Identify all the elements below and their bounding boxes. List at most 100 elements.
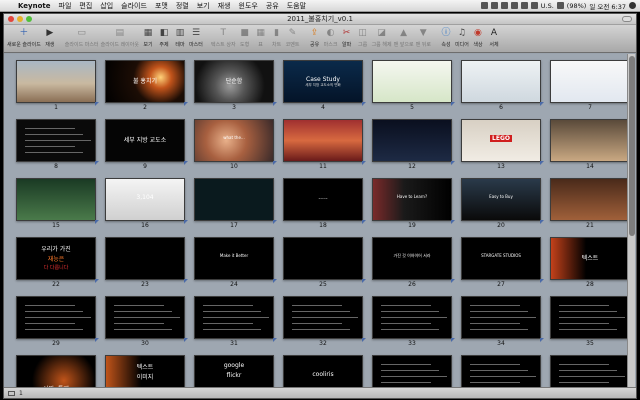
share-button[interactable]: ⇪ 공유 [307, 27, 323, 48]
menu-window[interactable]: 윈도우 [235, 1, 262, 11]
slide-thumbnail-cell[interactable]: 14 [550, 119, 633, 170]
slide-thumbnail[interactable] [105, 237, 185, 280]
dropbox-icon[interactable] [480, 2, 488, 9]
slide-thumbnail-cell[interactable]: 21 [550, 178, 633, 229]
slide-thumbnail[interactable]: Have to Learn? [372, 178, 452, 221]
menu-insert[interactable]: 삽입 [96, 1, 117, 11]
slide-thumbnail[interactable] [105, 296, 185, 339]
menu-slide[interactable]: 슬라이드 [117, 1, 151, 11]
theme-grid-button[interactable]: ▥ 테마 [172, 27, 188, 48]
slide-thumbnail[interactable] [372, 60, 452, 103]
slide-thumbnail[interactable] [16, 119, 96, 162]
slide-thumbnail[interactable] [372, 355, 452, 387]
colors-button[interactable]: ◉ 색상 [470, 27, 486, 48]
scroll-thumb[interactable] [629, 56, 635, 236]
front-button[interactable]: ▲ 맨 앞으로 [393, 27, 415, 48]
menu-format[interactable]: 포맷 [151, 1, 172, 11]
slide-thumbnail-cell[interactable]: 우리가 가진 재능은 다 다릅니다 22 [16, 237, 99, 288]
shape-button[interactable]: ■ 도형 [237, 27, 253, 48]
slide-thumbnail[interactable] [372, 296, 452, 339]
slide-thumbnail-cell[interactable]: 41 [461, 355, 541, 387]
bluetooth-icon[interactable] [500, 2, 508, 9]
ungroup-button[interactable]: ◪ 그룹 해제 [371, 27, 393, 48]
slide-thumbnail-cell[interactable]: 텍스트 28 [550, 237, 633, 288]
slide-thumbnail[interactable] [461, 355, 541, 387]
slide-thumbnail[interactable] [461, 296, 541, 339]
theme-button[interactable]: ◧ 주제 [156, 27, 172, 48]
view-button[interactable]: ▦ 보기 [140, 27, 156, 48]
sync-icon[interactable] [490, 2, 498, 9]
slide-thumbnail[interactable]: LEGO [461, 119, 541, 162]
slide-thumbnail-cell[interactable]: ..... 18 [283, 178, 366, 229]
menu-share[interactable]: 공유 [262, 1, 283, 11]
slide-thumbnail[interactable]: 가진 것 이하이어 서라 [372, 237, 452, 280]
slide-thumbnail-cell[interactable]: 25 [283, 237, 366, 288]
menu-app-name[interactable]: Keynote [14, 2, 55, 10]
zoom-label[interactable]: 1 [19, 390, 23, 397]
slide-thumbnail-cell[interactable]: 5 [372, 60, 455, 111]
slide-thumbnail-cell[interactable]: 불 홍치기 2 [105, 60, 188, 111]
slide-thumbnail-cell[interactable]: 7 [550, 60, 633, 111]
slide-thumbnail-cell[interactable]: 11 [283, 119, 366, 170]
slide-thumbnail[interactable]: Make it Better [194, 237, 274, 280]
textbox-button[interactable]: T 텍스트 상자 [210, 27, 237, 48]
slide-thumbnail[interactable] [16, 296, 96, 339]
menu-help[interactable]: 도움말 [283, 1, 310, 11]
slide-thumbnail-cell[interactable]: 세부 지방 교도소 9 [105, 119, 188, 170]
slide-thumbnail[interactable]: ..... [283, 178, 363, 221]
comment-button[interactable]: ✎ 코멘트 [285, 27, 301, 48]
slide-thumbnail[interactable] [550, 60, 630, 103]
slide-thumbnail[interactable]: 우리가 가진 재능은 다 다릅니다 [16, 237, 96, 280]
menu-edit[interactable]: 편집 [75, 1, 96, 11]
slide-thumbnail[interactable] [16, 60, 96, 103]
slide-thumbnail-cell[interactable]: 6 [461, 60, 544, 111]
slide-thumbnail[interactable]: cooliris [283, 355, 363, 387]
input-source[interactable]: U.S. [541, 2, 554, 10]
slide-thumbnail-cell[interactable]: 33 [372, 296, 455, 347]
slide-thumbnail-cell[interactable]: 가진 것 이하이어 서라 26 [372, 237, 455, 288]
vertical-scrollbar[interactable] [627, 54, 635, 387]
slide-thumbnail-cell[interactable]: Have to Learn? 19 [372, 178, 455, 229]
slide-thumbnail[interactable]: 텍스트 [550, 237, 630, 280]
slide-thumbnail-cell[interactable]: STARGATE STUDIOS 27 [461, 237, 544, 288]
slide-thumbnail-cell[interactable]: 텍스트이미지37 [105, 355, 185, 387]
chart-button[interactable]: ▮ 차트 [269, 27, 285, 48]
slide-thumbnail-cell[interactable]: 35 [550, 296, 633, 347]
slide-thumbnail[interactable] [550, 355, 630, 387]
slide-thumbnail[interactable]: what the... [194, 119, 274, 162]
slide-thumbnail-cell[interactable]: 32 [283, 296, 366, 347]
slide-thumbnail[interactable]: 3,104 [105, 178, 185, 221]
slide-thumbnail[interactable] [372, 119, 452, 162]
slide-thumbnail[interactable]: 텍스트 이미지 [105, 355, 185, 387]
timemachine-icon[interactable] [510, 2, 518, 9]
mask-button[interactable]: ◐ 마스크 [323, 27, 339, 48]
slide-thumbnail-cell[interactable]: 17 [194, 178, 277, 229]
back-button[interactable]: ▼ 맨 뒤로 [415, 27, 432, 48]
battery-icon[interactable] [556, 2, 564, 9]
slide-thumbnail-cell[interactable]: 23 [105, 237, 188, 288]
slide-thumbnail-cell[interactable]: Make it Better 24 [194, 237, 277, 288]
menu-view[interactable]: 보기 [193, 1, 214, 11]
slide-thumbnail[interactable]: Case Study 세부 지방 교도소의 변화 [283, 60, 363, 103]
slide-thumbnail[interactable]: google flickr [194, 355, 274, 387]
slide-thumbnail-cell[interactable]: 단순함 3 [194, 60, 277, 111]
clock[interactable]: 일 오전 6:37 [589, 1, 626, 11]
master-button[interactable]: ▭ 슬라이드 마스터 [64, 27, 100, 48]
slide-thumbnail-cell[interactable]: what the... 10 [194, 119, 277, 170]
slide-thumbnail[interactable] [194, 296, 274, 339]
slide-thumbnail[interactable] [283, 296, 363, 339]
menu-file[interactable]: 파일 [55, 1, 76, 11]
zoom-icon[interactable] [8, 390, 15, 396]
slide-thumbnail-cell[interactable]: Case Study 세부 지방 교도소의 변화 4 [283, 60, 366, 111]
slide-thumbnail[interactable]: 불 홍치기 [105, 60, 185, 103]
slide-thumbnail-cell[interactable]: 42 [550, 355, 630, 387]
slide-thumbnail-cell[interactable]: 29 [16, 296, 99, 347]
slide-thumbnail-cell[interactable]: 34 [461, 296, 544, 347]
menu-arrange[interactable]: 정렬 [172, 1, 193, 11]
master-list-button[interactable]: ☰ 마스터 [188, 27, 204, 48]
slide-thumbnail[interactable] [550, 178, 630, 221]
slide-thumbnail[interactable] [16, 178, 96, 221]
slide-thumbnail[interactable] [283, 237, 363, 280]
spotlight-icon[interactable] [629, 2, 636, 9]
slide-thumbnail-cell[interactable]: 산만, 통제36 [16, 355, 96, 387]
